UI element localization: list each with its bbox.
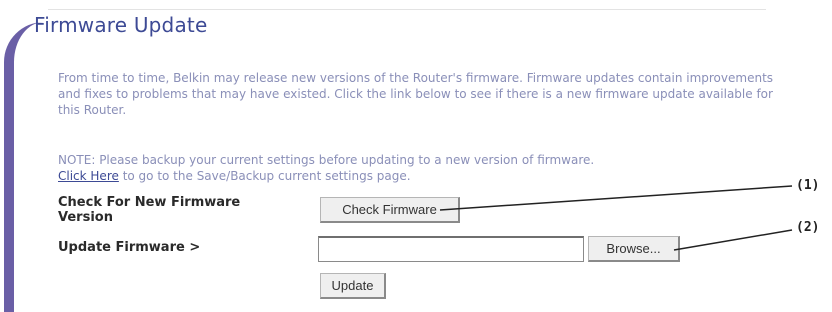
callout-line-1 — [439, 185, 793, 211]
callout-lines — [439, 185, 793, 251]
callout-label-2: (2) — [796, 220, 820, 235]
callout-line-2 — [673, 229, 793, 251]
callout-label-1: (1) — [796, 178, 820, 193]
